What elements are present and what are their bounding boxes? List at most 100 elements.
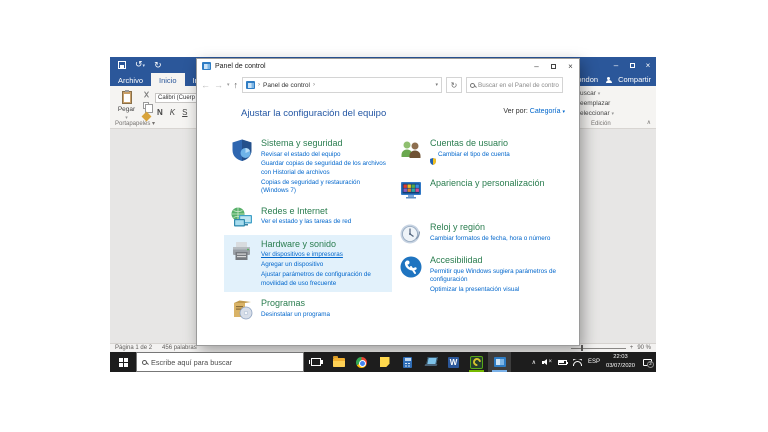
bold-button[interactable]: N bbox=[157, 108, 163, 117]
category-title-accesibilidad[interactable]: Accesibilidad bbox=[430, 255, 571, 265]
accessibility-icon[interactable] bbox=[399, 255, 423, 279]
link-cambiar-formatos[interactable]: Cambiar formatos de fecha, hora o número bbox=[430, 235, 571, 244]
control-panel-icon bbox=[494, 357, 506, 367]
link-ver-dispositivos-impresoras[interactable]: Ver dispositivos e impresoras bbox=[261, 251, 388, 260]
link-ajustar-movilidad[interactable]: Ajustar parámetros de configuración de m… bbox=[261, 271, 388, 288]
edition-group-label: Edición bbox=[591, 121, 611, 127]
shield-icon[interactable] bbox=[230, 138, 254, 162]
category-title-hardware-y-sonido[interactable]: Hardware y sonido bbox=[261, 239, 388, 249]
breadcrumb-item-control-panel[interactable]: Panel de control bbox=[263, 82, 310, 89]
greenshot-button[interactable] bbox=[465, 352, 488, 372]
category-title-cuentas-de-usuario[interactable]: Cuentas de usuario bbox=[430, 138, 571, 148]
zoom-in-button[interactable]: + bbox=[630, 345, 634, 351]
control-panel-button[interactable] bbox=[488, 352, 511, 372]
up-icon[interactable]: ↑ bbox=[234, 80, 239, 90]
link-ver-estado-red[interactable]: Ver el estado y las tareas de red bbox=[261, 218, 388, 227]
undo-icon[interactable]: ↺▾ bbox=[135, 60, 145, 71]
calculator-icon bbox=[403, 357, 412, 368]
status-word-count[interactable]: 456 palabras bbox=[162, 345, 197, 351]
breadcrumb-separator-icon: › bbox=[313, 82, 315, 88]
font-style-buttons: N K S bbox=[157, 108, 187, 117]
save-icon[interactable] bbox=[118, 61, 126, 69]
underline-button[interactable]: S bbox=[182, 108, 187, 117]
find-button[interactable]: uscar ▾ bbox=[580, 90, 614, 97]
word-minimize-button[interactable]: – bbox=[608, 57, 624, 73]
link-agregar-dispositivo[interactable]: Agregar un dispositivo bbox=[261, 261, 388, 270]
redo-icon[interactable]: ↻ bbox=[154, 61, 162, 70]
zoom-slider[interactable] bbox=[571, 348, 626, 349]
appearance-icon[interactable] bbox=[399, 178, 423, 202]
clock[interactable]: 22:03 03/07/2020 bbox=[606, 353, 635, 370]
view-by-control: Ver por: Categoría ▾ bbox=[503, 108, 565, 115]
category-title-apariencia[interactable]: Apariencia y personalización bbox=[430, 178, 571, 188]
taskbar-search-input[interactable] bbox=[151, 358, 298, 367]
programs-icon[interactable] bbox=[230, 298, 254, 322]
cut-icon[interactable] bbox=[143, 91, 150, 98]
users-icon[interactable] bbox=[399, 138, 423, 162]
select-button[interactable]: eleccionar ▾ bbox=[580, 110, 614, 117]
zoom-level[interactable]: 90 % bbox=[637, 345, 651, 351]
mute-x-glyph: × bbox=[548, 358, 552, 366]
italic-button[interactable]: K bbox=[170, 108, 175, 117]
greenshot-icon bbox=[471, 357, 482, 368]
action-center-icon[interactable]: 2 bbox=[643, 359, 652, 366]
word-restore-button[interactable] bbox=[624, 57, 640, 73]
battery-icon[interactable] bbox=[558, 360, 567, 365]
breadcrumb[interactable]: › Panel de control › ▾ bbox=[242, 77, 442, 93]
paste-button[interactable]: Pegar ▾ bbox=[113, 89, 140, 124]
clock-icon[interactable] bbox=[399, 222, 423, 246]
start-button[interactable] bbox=[110, 352, 136, 372]
category-title-sistema-y-seguridad[interactable]: Sistema y seguridad bbox=[261, 138, 388, 148]
copy-icon[interactable] bbox=[143, 102, 149, 109]
category-title-redes-e-internet[interactable]: Redes e Internet bbox=[261, 206, 388, 216]
font-name-value: Calibri (Cuerp bbox=[158, 95, 195, 101]
link-cambiar-tipo-cuenta[interactable]: Cambiar el tipo de cuenta bbox=[438, 151, 510, 160]
word-icon: W bbox=[448, 357, 459, 368]
status-page-count[interactable]: Página 1 de 2 bbox=[115, 345, 152, 351]
recent-pages-icon[interactable]: ▾ bbox=[227, 82, 230, 88]
refresh-button[interactable]: ↻ bbox=[446, 77, 462, 93]
link-permitir-sugerencias[interactable]: Permitir que Windows sugiera parámetros … bbox=[430, 268, 571, 285]
windows-logo-icon bbox=[119, 358, 128, 367]
taskbar: W ∧ × ESP 22:03 03/07/2020 2 bbox=[110, 352, 656, 372]
share-button[interactable]: Compartir bbox=[618, 75, 651, 84]
tab-inicio[interactable]: Inicio bbox=[151, 73, 185, 86]
laptop-app-button[interactable] bbox=[419, 352, 442, 372]
link-guardar-copias-seguridad[interactable]: Guardar copias de seguridad de los archi… bbox=[261, 160, 388, 177]
category-title-programas[interactable]: Programas bbox=[261, 298, 388, 308]
zoom-slider-thumb[interactable] bbox=[581, 345, 583, 351]
word-close-button[interactable]: × bbox=[640, 57, 656, 73]
cp-titlebar: Panel de control – × bbox=[197, 59, 579, 73]
replace-button[interactable]: eemplazar bbox=[580, 100, 614, 107]
address-dropdown-icon[interactable]: ▾ bbox=[436, 82, 439, 88]
back-icon[interactable]: ← bbox=[201, 80, 210, 90]
link-desinstalar-programa[interactable]: Desinstalar un programa bbox=[261, 311, 388, 320]
chrome-button[interactable] bbox=[350, 352, 373, 372]
hidden-icons-chevron-icon[interactable]: ∧ bbox=[532, 359, 536, 366]
printer-icon[interactable] bbox=[230, 239, 254, 263]
zoom-controls: + 90 % bbox=[571, 345, 651, 351]
language-indicator[interactable]: ESP bbox=[588, 359, 600, 365]
cp-maximize-button[interactable] bbox=[545, 59, 562, 73]
sticky-notes-button[interactable] bbox=[373, 352, 396, 372]
network-icon[interactable] bbox=[573, 359, 582, 366]
network-icon[interactable] bbox=[230, 206, 254, 230]
calculator-button[interactable] bbox=[396, 352, 419, 372]
cp-minimize-button[interactable]: – bbox=[528, 59, 545, 73]
view-by-dropdown[interactable]: Categoría ▾ bbox=[530, 108, 565, 115]
collapse-ribbon-icon[interactable]: ∧ bbox=[647, 119, 651, 126]
cp-close-button[interactable]: × bbox=[562, 59, 579, 73]
cp-search-input[interactable] bbox=[478, 82, 559, 89]
forward-icon[interactable]: → bbox=[214, 80, 223, 90]
word-button[interactable]: W bbox=[442, 352, 465, 372]
task-view-button[interactable] bbox=[304, 352, 327, 372]
tab-archivo[interactable]: Archivo bbox=[110, 73, 151, 86]
link-revisar-estado-equipo[interactable]: Revisar el estado del equipo bbox=[261, 151, 388, 160]
file-explorer-button[interactable] bbox=[327, 352, 350, 372]
cp-window-controls: – × bbox=[528, 59, 579, 73]
volume-muted-icon[interactable]: × bbox=[542, 358, 552, 366]
link-copias-seguridad-restauracion[interactable]: Copias de seguridad y restauración (Wind… bbox=[261, 179, 388, 196]
category-title-reloj-y-region[interactable]: Reloj y región bbox=[430, 222, 571, 232]
tray-date: 03/07/2020 bbox=[606, 363, 635, 369]
link-optimizar-presentacion[interactable]: Optimizar la presentación visual bbox=[430, 286, 571, 295]
